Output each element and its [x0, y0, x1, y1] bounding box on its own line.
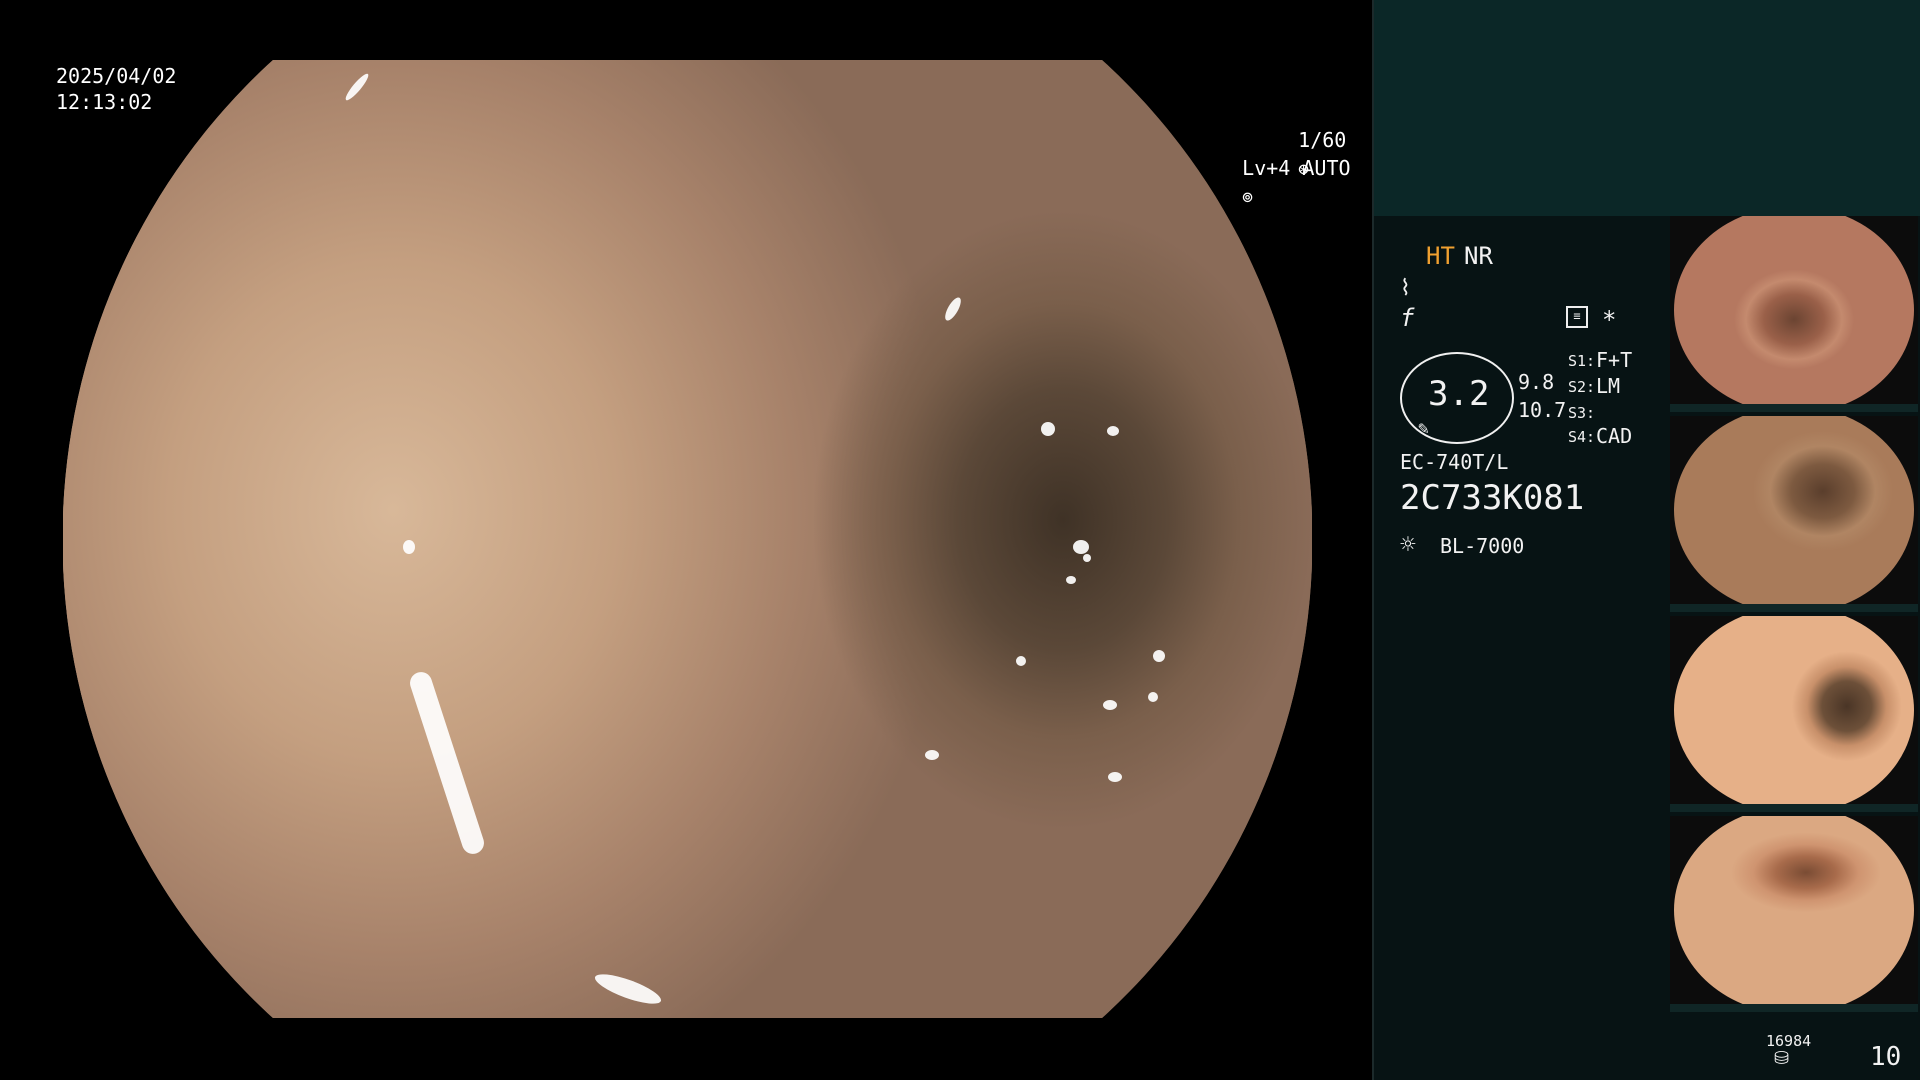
specular-highlight: [1041, 422, 1055, 436]
level-readout: Lv+4 AUTO ⊚: [1194, 126, 1351, 240]
specular-highlight: [1066, 576, 1076, 584]
specular-highlight: [1153, 650, 1165, 662]
specular-highlight: [592, 968, 664, 1010]
setting-key: S2:: [1568, 378, 1596, 396]
thumbnail-bar: [1670, 404, 1918, 412]
setting-value: CAD: [1596, 424, 1633, 448]
capture-thumbnail[interactable]: [1670, 216, 1918, 412]
pen-icon: ✎: [1418, 418, 1429, 439]
setting-value: F+T: [1596, 348, 1633, 372]
light-bulb-icon: ☼: [1400, 530, 1416, 560]
storage-icon: ⛁: [1774, 1048, 1790, 1069]
light-source-model: BL-7000: [1440, 534, 1525, 558]
specular-highlight: [1103, 700, 1117, 710]
specular-highlight: [1016, 656, 1026, 666]
level-value: Lv+4 AUTO: [1242, 156, 1351, 180]
thumbnail-bar: [1670, 1004, 1918, 1012]
zoom-sub-value-2: 10.7: [1518, 398, 1567, 422]
capture-thumbnail[interactable]: [1670, 816, 1918, 1012]
specular-highlight: [1148, 692, 1158, 702]
specular-highlight: [925, 750, 939, 760]
thumbnail-image: [1674, 416, 1914, 604]
thumbnail-image: [1674, 616, 1914, 804]
endoscope-main-view: 2025/04/02 12:13:02 1/60 ⊛ Lv+4 AUTO ⊚: [0, 0, 1372, 1080]
curve-icon: ⌇: [1400, 276, 1411, 301]
thumbnail-bar: [1670, 604, 1918, 612]
patient-info-area: [1374, 0, 1920, 216]
time-readout: 12:13:02: [56, 90, 153, 114]
thumbnail-image: [1674, 816, 1914, 1004]
menu-icon: ≡: [1566, 306, 1588, 328]
capture-thumbnail[interactable]: [1670, 416, 1918, 612]
mode-ht: HT: [1426, 242, 1455, 270]
scope-model: EC-740T/L: [1400, 450, 1509, 474]
setting-key: S3:: [1568, 404, 1596, 422]
scope-serial: 2C733K081: [1400, 478, 1585, 518]
specular-highlight: [343, 71, 371, 103]
auto-iris-icon: ⊚: [1242, 187, 1254, 208]
capture-count: 10: [1870, 1042, 1902, 1072]
asterisk-icon: *: [1602, 306, 1617, 334]
function-icon: f: [1400, 304, 1415, 332]
specular-highlight: [1107, 426, 1119, 436]
capture-thumbnail[interactable]: [1670, 616, 1918, 812]
specular-highlight: [1083, 554, 1091, 562]
thumbnail-image: [1674, 216, 1914, 404]
setting-value: LM: [1596, 374, 1621, 398]
zoom-sub-value-1: 9.8: [1518, 370, 1555, 394]
specular-highlight: [1108, 772, 1122, 782]
setting-key: S4:: [1568, 428, 1596, 446]
specular-highlight: [1073, 540, 1089, 554]
setting-key: S1:: [1568, 352, 1596, 370]
thumbnail-bar: [1670, 804, 1918, 812]
zoom-value: 3.2: [1428, 374, 1490, 414]
status-panel: HT NR ⌇ f ≡ * 3.2 ✎ 9.8 10.7 S1: F+T S2:…: [1372, 0, 1920, 1080]
specular-highlight: [407, 669, 487, 857]
endoscopic-image: [63, 60, 1312, 1018]
date-readout: 2025/04/02: [56, 64, 177, 88]
specular-highlight: [403, 540, 415, 554]
mode-nr: NR: [1464, 242, 1493, 270]
specular-highlight: [942, 295, 964, 323]
